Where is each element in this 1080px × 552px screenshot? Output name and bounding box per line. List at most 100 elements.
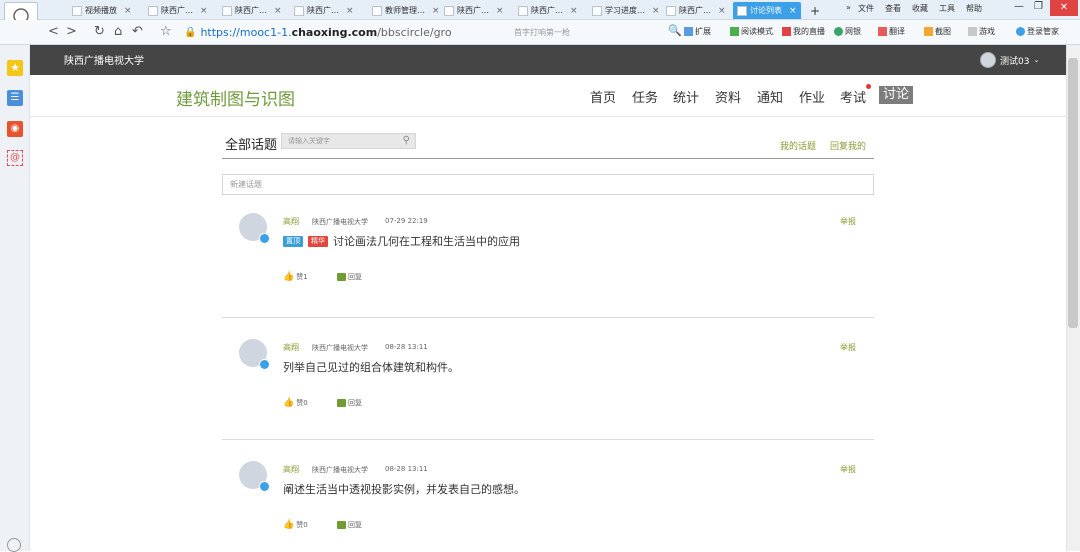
toolbar-login-manager[interactable]: 登录管家 [1016,26,1059,37]
close-tab-icon[interactable]: × [346,6,354,16]
course-title[interactable]: 建筑制图与识图 [176,85,295,110]
topic-search-input[interactable]: 请输入关键字 ⚲ [281,133,416,149]
menu-file[interactable]: 文件 [858,3,874,14]
replies-to-me-link[interactable]: 回复我的 [830,139,866,152]
nav-item[interactable]: 首页 [590,87,616,106]
favorite-star-icon[interactable]: ☆ [160,24,172,39]
close-tab-icon[interactable]: × [570,6,578,16]
browser-tab[interactable]: 陕西广… × [514,2,582,19]
sidebar-weibo-icon[interactable]: ◉ [7,121,23,137]
browser-tab[interactable]: 陕西广… × [440,2,508,19]
browser-tab[interactable]: 视频播放 × [68,2,136,19]
menu-favorites[interactable]: 收藏 [912,3,928,14]
browser-tab[interactable]: 陕西广… × [290,2,358,19]
forward-icon[interactable]: > [66,24,77,39]
toolbar-games[interactable]: 游戏 [968,26,995,37]
site-name[interactable]: 陕西广播电视大学 [64,52,144,67]
nav-item[interactable]: 资料 [715,87,741,106]
browser-tab-label: 陕西广… [235,6,267,15]
home-icon[interactable]: ⌂ [114,24,122,39]
sidebar-favorites-icon[interactable]: ★ [7,60,23,76]
menu-help[interactable]: 帮助 [966,3,982,14]
comment-icon [337,521,346,529]
search-icon[interactable]: 🔍 [668,24,682,37]
like-button[interactable]: 👍 赞0 [283,520,308,530]
page-icon [72,5,82,16]
user-badge-icon [259,359,270,370]
avatar[interactable] [239,213,270,244]
toolbar-bank[interactable]: 网银 [834,26,861,37]
nav-item[interactable]: 讨论 [879,86,914,104]
close-tab-icon[interactable]: × [124,6,132,16]
close-tab-icon[interactable]: × [718,6,726,16]
nav-item[interactable]: 任务 [632,87,658,106]
author-school: 陕西广播电视大学 [312,344,368,352]
menu-tools[interactable]: 工具 [939,3,955,14]
browser-tab[interactable]: 陕西广… × [662,2,730,19]
browser-tab[interactable]: 教师管理… × [368,2,444,19]
close-tab-icon[interactable]: × [274,6,282,16]
my-topics-link[interactable]: 我的话题 [780,139,816,152]
like-button[interactable]: 👍 赞1 [283,272,308,282]
close-tab-icon[interactable]: × [200,6,208,16]
avatar[interactable] [239,339,270,370]
topic-content[interactable]: 置顶 精华 讨论画法几何在工程和生活当中的应用 [283,233,520,249]
avatar[interactable] [239,461,270,492]
refresh-icon[interactable]: ↻ [94,24,105,39]
browser-tab-label: 陕西广… [161,6,193,15]
browser-tab[interactable]: 讨论列表 × [733,2,801,19]
toolbar-reader-mode[interactable]: 阅读模式 [730,26,773,37]
close-tab-icon[interactable]: × [652,6,660,16]
author-name[interactable]: 高翔 [283,216,299,227]
nav-item[interactable]: 作业 [799,87,825,106]
menu-more-icon[interactable]: » [846,3,851,12]
report-link[interactable]: 举报 [840,216,856,227]
reply-button[interactable]: 回复 [337,398,362,408]
sidebar-settings-icon[interactable] [7,538,21,552]
site-header [30,45,1066,75]
close-tab-icon[interactable]: × [432,6,440,16]
close-tab-icon[interactable]: × [789,6,797,16]
browser-tab[interactable]: 学习进度… × [588,2,664,19]
search-icon[interactable]: ⚲ [403,135,410,146]
url-field[interactable]: 🔒 https://mooc1-1. chaoxing.com/bbscircle… [184,23,510,41]
author-name[interactable]: 高翔 [283,342,299,353]
topic-content[interactable]: 阐述生活当中透视投影实例，并发表自己的感想。 [283,481,525,497]
sidebar-mail-icon[interactable]: @ [7,150,23,166]
new-tab-button[interactable]: + [806,2,824,19]
undo-icon[interactable]: ↶ [132,24,143,39]
topic-content[interactable]: 列举自己见过的组合体建筑和构件。 [283,359,459,375]
back-icon[interactable]: < [48,24,59,39]
reply-button[interactable]: 回复 [337,272,362,282]
window-restore-button[interactable]: ❐ [1034,1,1043,12]
browser-search-input[interactable]: 首字打响第一枪 [508,24,658,40]
like-button[interactable]: 👍 赞0 [283,398,308,408]
like-count: 赞1 [296,273,308,281]
author-school: 陕西广播电视大学 [312,218,368,226]
toolbar-extension[interactable]: 扩展 [684,26,711,37]
nav-item[interactable]: 通知 [757,87,783,106]
browser-search-placeholder: 首字打响第一枪 [514,27,570,37]
reply-button[interactable]: 回复 [337,520,362,530]
toolbar-screenshot-label: 截图 [935,27,951,36]
toolbar-live[interactable]: 我的直播 [782,26,825,37]
toolbar-translate[interactable]: 翻译 [878,26,905,37]
nav-item[interactable]: 统计 [673,87,699,106]
window-close-button[interactable]: ✕ [1050,0,1078,16]
report-link[interactable]: 举报 [840,464,856,475]
scrollbar-thumb[interactable] [1068,58,1078,328]
browser-tab[interactable]: 陕西广… × [218,2,286,19]
sidebar-list-icon[interactable]: ☰ [7,90,23,106]
browser-tab[interactable]: 陕西广… × [144,2,212,19]
report-link[interactable]: 举报 [840,342,856,353]
author-name[interactable]: 高翔 [283,464,299,475]
toolbar-screenshot[interactable]: 截图 [924,26,951,37]
window-minimize-button[interactable]: — [1014,1,1024,12]
close-tab-icon[interactable]: × [496,6,504,16]
new-topic-input[interactable]: 新建话题 [222,174,874,195]
user-menu[interactable]: 测试03 ⌄ [980,52,1039,68]
all-topics-heading[interactable]: 全部话题 [225,134,277,153]
toolbar-translate-label: 翻译 [889,27,905,36]
menu-view[interactable]: 查看 [885,3,901,14]
nav-item[interactable]: 考试 [840,87,866,106]
